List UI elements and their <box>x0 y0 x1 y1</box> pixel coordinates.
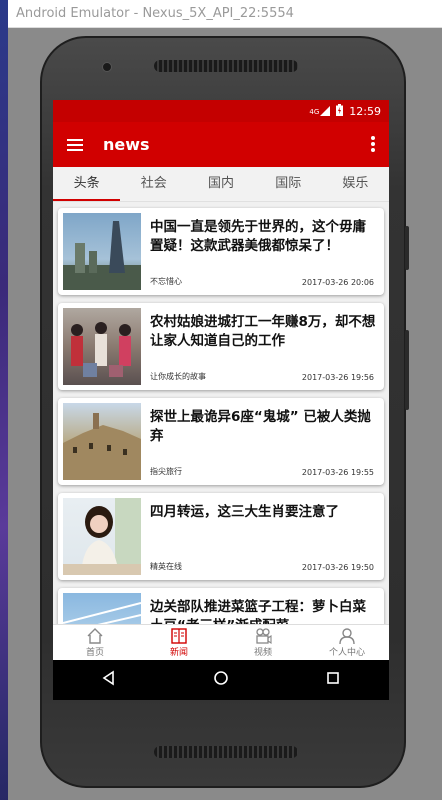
news-card[interactable]: 边关部队推进菜篮子工程：萝卜白菜土豆“老三样”渐成配菜 <box>58 588 384 624</box>
back-icon[interactable] <box>101 670 117 690</box>
person-icon <box>339 628 355 645</box>
app-screen: 4G 12:59 news 头条 社会 国内 国际 娱乐 中国一直是领先于世界的… <box>53 100 389 700</box>
nav-video-label: 视频 <box>253 648 272 658</box>
news-card[interactable]: 探世上最诡异6座“鬼城” 已被人类抛弃 指尖旅行 2017-03-26 19:5… <box>58 398 384 485</box>
news-time: 2017-03-26 20:06 <box>301 278 374 287</box>
video-icon <box>256 628 272 645</box>
category-tabs: 头条 社会 国内 国际 娱乐 <box>53 167 389 202</box>
news-source: 精英在线 <box>150 562 182 571</box>
overflow-menu-icon[interactable] <box>371 136 375 152</box>
news-time: 2017-03-26 19:56 <box>301 373 374 382</box>
nav-home-label: 首页 <box>85 648 104 658</box>
toolbar-title: news <box>103 135 150 154</box>
recents-icon[interactable] <box>325 670 341 690</box>
status-time: 12:59 <box>349 104 381 118</box>
news-title: 边关部队推进菜篮子工程：萝卜白菜土豆“老三样”渐成配菜 <box>150 599 366 624</box>
signal-label: 4G <box>309 108 320 116</box>
news-source: 不忘惜心 <box>150 277 182 286</box>
speaker-grille-bottom <box>154 746 298 758</box>
menu-icon[interactable] <box>67 138 83 151</box>
nav-news[interactable]: 新闻 <box>137 625 221 660</box>
home-circle-icon[interactable] <box>213 670 229 690</box>
home-icon <box>87 628 103 644</box>
news-card[interactable]: 农村姑娘进城打工一年赚8万，却不想让家人知道自己的工作 让你成长的故事 2017… <box>58 303 384 390</box>
status-bar: 4G 12:59 <box>53 100 389 122</box>
news-card[interactable]: 四月转运，这三大生肖要注意了 精英在线 2017-03-26 19:50 <box>58 493 384 580</box>
battery-icon <box>336 103 344 119</box>
nav-home[interactable]: 首页 <box>53 625 137 660</box>
tab-headlines[interactable]: 头条 <box>53 167 121 201</box>
news-thumbnail <box>63 498 141 575</box>
tab-international[interactable]: 国际 <box>255 167 322 201</box>
emulator-title-bar: Android Emulator - Nexus_5X_API_22:5554 <box>8 0 442 28</box>
app-toolbar: news <box>53 122 389 167</box>
news-list[interactable]: 中国一直是领先于世界的，这个毋庸置疑！这款武器美俄都惊呆了！ 不忘惜心 2017… <box>53 202 389 624</box>
news-thumbnail <box>63 308 141 385</box>
news-thumbnail <box>63 593 141 624</box>
news-card[interactable]: 中国一直是领先于世界的，这个毋庸置疑！这款武器美俄都惊呆了！ 不忘惜心 2017… <box>58 208 384 295</box>
system-navigation-bar <box>53 660 389 700</box>
bottom-navigation: 首页 新闻 视频 个人中心 <box>53 624 389 660</box>
nav-profile-label: 个人中心 <box>328 648 365 658</box>
volume-button[interactable] <box>405 330 409 410</box>
signal-icon: 4G <box>309 106 331 116</box>
tab-society[interactable]: 社会 <box>120 167 187 201</box>
camera-icon <box>102 62 112 72</box>
news-source: 让你成长的故事 <box>150 372 206 381</box>
news-thumbnail <box>63 403 141 480</box>
news-title: 农村姑娘进城打工一年赚8万，却不想让家人知道自己的工作 <box>150 314 376 349</box>
emulator-title: Android Emulator - Nexus_5X_API_22:5554 <box>16 6 294 21</box>
tab-entertainment[interactable]: 娱乐 <box>322 167 389 201</box>
news-icon <box>171 628 187 644</box>
news-title: 中国一直是领先于世界的，这个毋庸置疑！这款武器美俄都惊呆了！ <box>150 219 366 254</box>
news-time: 2017-03-26 19:55 <box>301 468 374 477</box>
nav-profile[interactable]: 个人中心 <box>305 625 389 660</box>
speaker-grille-top <box>154 60 298 72</box>
news-title: 四月转运，这三大生肖要注意了 <box>150 504 339 520</box>
news-title: 探世上最诡异6座“鬼城” 已被人类抛弃 <box>150 409 371 444</box>
nav-video[interactable]: 视频 <box>221 625 305 660</box>
news-thumbnail <box>63 213 141 290</box>
news-source: 指尖旅行 <box>150 467 182 476</box>
tab-domestic[interactable]: 国内 <box>187 167 254 201</box>
power-button[interactable] <box>405 226 409 270</box>
nav-news-label: 新闻 <box>169 648 188 658</box>
news-time: 2017-03-26 19:50 <box>301 563 374 572</box>
